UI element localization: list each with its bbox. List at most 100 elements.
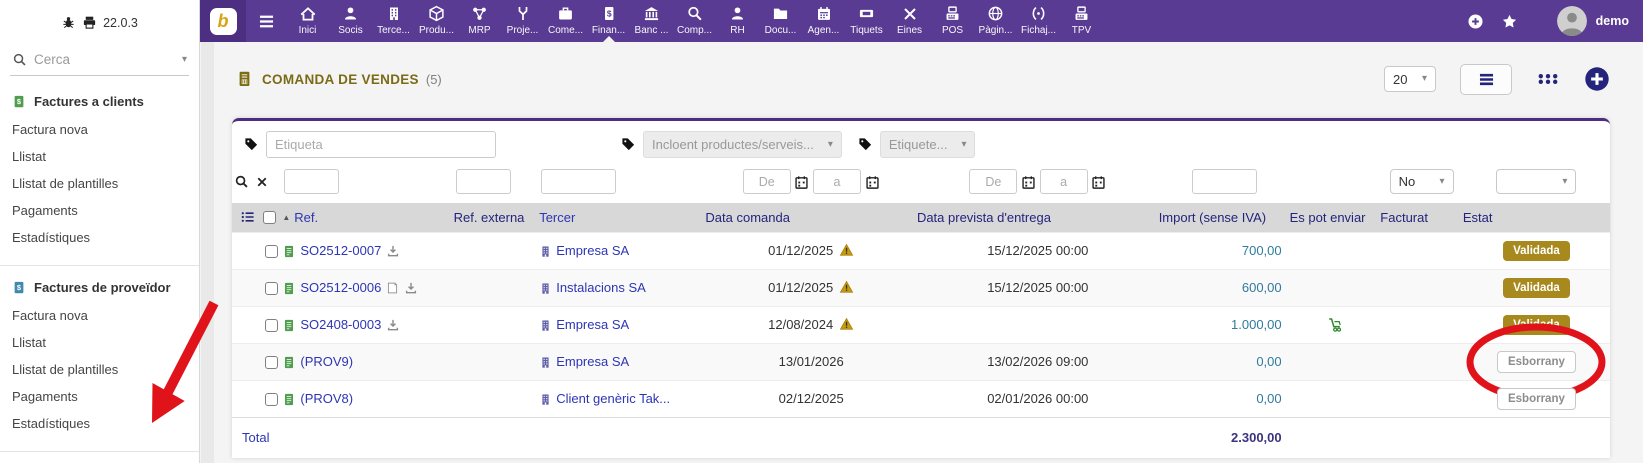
- menu-toggle-icon[interactable]: [246, 0, 286, 42]
- menu-item[interactable]: TPV: [1060, 0, 1103, 42]
- ref-externa-filter-input[interactable]: [456, 169, 511, 194]
- printer-icon[interactable]: [82, 15, 97, 30]
- col-tercer[interactable]: Tercer: [539, 210, 575, 225]
- row-checkbox[interactable]: [265, 356, 278, 369]
- menu-item[interactable]: POS: [931, 0, 974, 42]
- thirdparty-icon: [539, 392, 552, 407]
- sidebar-item[interactable]: Pagaments: [0, 383, 199, 410]
- menu-item[interactable]: Banc ...: [630, 0, 673, 42]
- row-checkbox[interactable]: [265, 282, 278, 295]
- download-icon[interactable]: [404, 281, 418, 295]
- col-facturat[interactable]: Facturat: [1380, 210, 1428, 225]
- chevron-down-icon[interactable]: ▾: [182, 55, 187, 65]
- bug-icon[interactable]: [61, 15, 76, 30]
- sidebar-item[interactable]: Llistat: [0, 143, 199, 170]
- sidebar-item[interactable]: Pagaments: [0, 197, 199, 224]
- thirdparty-link[interactable]: Empresa SA: [556, 355, 629, 370]
- import-amount: 1.000,00: [1159, 306, 1290, 343]
- col-ref-externa[interactable]: Ref. externa: [454, 210, 525, 225]
- menu-item[interactable]: Tiquets: [845, 0, 888, 42]
- sidebar-item[interactable]: Llistat de plantilles: [0, 356, 199, 383]
- order-ref-link[interactable]: SO2408-0003: [300, 318, 381, 333]
- calendar-icon[interactable]: [1091, 175, 1106, 190]
- sidebar-section-title[interactable]: $ Factures de proveïdor: [0, 272, 199, 302]
- facturat-filter-select[interactable]: No▾: [1390, 169, 1454, 194]
- select-all-checkbox[interactable]: [263, 211, 276, 224]
- clear-filters-icon[interactable]: [256, 176, 268, 188]
- row-checkbox[interactable]: [265, 245, 278, 258]
- menu-item[interactable]: Come...: [544, 0, 587, 42]
- col-es-pot-enviar[interactable]: Es pot enviar: [1290, 210, 1366, 225]
- order-ref-link[interactable]: (PROV8): [300, 392, 353, 407]
- menu-item[interactable]: Produ...: [415, 0, 458, 42]
- page-size-select[interactable]: 20▾: [1384, 66, 1436, 92]
- menu-item[interactable]: Agen...: [802, 0, 845, 42]
- sidebar-section-title[interactable]: $ Factures a clients: [0, 86, 199, 116]
- import-filter-input[interactable]: [1192, 169, 1257, 194]
- sidebar-item[interactable]: Estadístiques: [0, 224, 199, 251]
- download-icon[interactable]: [386, 318, 400, 332]
- thirdparty-link[interactable]: Empresa SA: [556, 244, 629, 259]
- sidebar-section-title[interactable]: Comandes facturables: [0, 458, 199, 463]
- menu-item[interactable]: Eines: [888, 0, 931, 42]
- menu-item[interactable]: MRP: [458, 0, 501, 42]
- estat-filter-select[interactable]: ▾: [1496, 169, 1576, 194]
- order-ref-link[interactable]: SO2512-0007: [300, 244, 381, 259]
- data-prevista-from-input[interactable]: [969, 169, 1017, 194]
- thirdparty-link[interactable]: Empresa SA: [556, 318, 629, 333]
- menu-item[interactable]: Inici: [286, 0, 329, 42]
- ref-filter-input[interactable]: [284, 169, 339, 194]
- user-name[interactable]: demo: [1596, 14, 1629, 28]
- sidebar-item[interactable]: Llistat: [0, 329, 199, 356]
- calendar-icon[interactable]: [1021, 175, 1036, 190]
- etiquete-filter-select[interactable]: Etiquete...▾: [880, 131, 976, 158]
- col-import[interactable]: Import (sense IVA): [1159, 210, 1266, 225]
- list-view-button[interactable]: [1460, 64, 1512, 95]
- topbar-right: demo: [1467, 0, 1643, 42]
- column-selector-icon[interactable]: [240, 209, 256, 225]
- menu-item[interactable]: Pàgin...: [974, 0, 1017, 42]
- menu-item[interactable]: Docu...: [759, 0, 802, 42]
- row-checkbox[interactable]: [265, 393, 278, 406]
- order-ref-link[interactable]: SO2512-0006: [300, 281, 381, 296]
- etiqueta-filter-input[interactable]: [266, 131, 496, 158]
- calendar-icon[interactable]: [794, 175, 809, 190]
- menu-item[interactable]: Comp...: [673, 0, 716, 42]
- data-comanda-from-input[interactable]: [743, 169, 791, 194]
- data-comanda-to-input[interactable]: [813, 169, 861, 194]
- tercer-filter-input[interactable]: [541, 169, 616, 194]
- sidebar-search-input[interactable]: Cerca ▾: [10, 46, 189, 76]
- col-estat[interactable]: Estat: [1463, 210, 1493, 225]
- menu-item[interactable]: Socis: [329, 0, 372, 42]
- menu-item[interactable]: Proje...: [501, 0, 544, 42]
- menu-item[interactable]: $ Finan...: [587, 0, 630, 42]
- calendar-icon[interactable]: [865, 175, 880, 190]
- col-data-comanda[interactable]: Data comanda: [705, 210, 790, 225]
- avatar[interactable]: [1557, 6, 1587, 36]
- order-ref-link[interactable]: (PROV9): [300, 355, 353, 370]
- apply-filters-icon[interactable]: [234, 174, 249, 189]
- user-icon: [729, 4, 746, 23]
- thirdparty-link[interactable]: Client genèric Tak...: [556, 392, 670, 407]
- kanban-view-icon[interactable]: [1536, 70, 1560, 88]
- new-order-button[interactable]: [1584, 66, 1610, 92]
- sidebar-item[interactable]: Factura nova: [0, 302, 199, 329]
- quick-add-icon[interactable]: [1467, 13, 1484, 30]
- products-filter-select[interactable]: Incloent productes/serveis...▾: [643, 131, 842, 158]
- data-prevista-to-input[interactable]: [1040, 169, 1088, 194]
- sidebar-item[interactable]: Llistat de plantilles: [0, 170, 199, 197]
- col-ref[interactable]: Ref.: [294, 210, 318, 225]
- sidebar-item[interactable]: Estadístiques: [0, 410, 199, 437]
- row-checkbox[interactable]: [265, 319, 278, 332]
- menu-item[interactable]: RH: [716, 0, 759, 42]
- sidebar-item[interactable]: Factura nova: [0, 116, 199, 143]
- download-icon[interactable]: [386, 244, 400, 258]
- thirdparty-link[interactable]: Instalacions SA: [556, 281, 646, 296]
- col-data-prevista[interactable]: Data prevista d'entrega: [917, 210, 1051, 225]
- note-icon[interactable]: [386, 281, 399, 295]
- app-logo[interactable]: b: [200, 0, 246, 42]
- menu-item[interactable]: Terce...: [372, 0, 415, 42]
- chevron-down-icon: ▾: [1440, 177, 1445, 187]
- menu-item[interactable]: Fichaj...: [1017, 0, 1060, 42]
- bookmark-star-icon[interactable]: [1501, 13, 1518, 30]
